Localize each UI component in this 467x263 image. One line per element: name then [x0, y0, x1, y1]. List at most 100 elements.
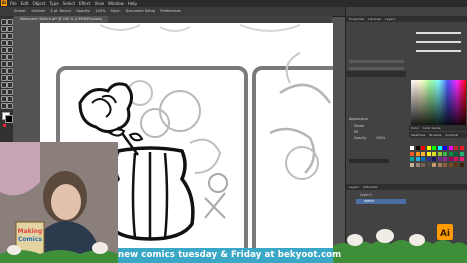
preferences-button[interactable]: Preferences	[160, 9, 181, 13]
color-swatch[interactable]	[426, 146, 431, 150]
color-swatch[interactable]	[437, 162, 442, 167]
color-swatch[interactable]	[454, 157, 458, 161]
color-swatch[interactable]	[454, 151, 458, 156]
style-label: Style:	[110, 9, 121, 13]
color-swatch[interactable]	[421, 162, 425, 167]
perspective-grid-tool-icon[interactable]	[7, 75, 13, 81]
opacity-value[interactable]: 100%	[376, 136, 385, 140]
tab-color[interactable]: Color	[411, 126, 419, 130]
fidelity-slider[interactable]	[416, 50, 461, 52]
stroke-width-field[interactable]	[349, 159, 389, 163]
scale-tool-icon[interactable]	[7, 61, 13, 67]
color-swatch[interactable]	[421, 157, 425, 161]
color-swatch[interactable]	[415, 151, 420, 156]
appearance-opacity[interactable]: Opacity	[354, 136, 366, 140]
menu-select[interactable]: Select	[63, 1, 75, 6]
menu-help[interactable]: Help	[128, 1, 137, 6]
line-tool-icon[interactable]	[7, 40, 13, 46]
option-row[interactable]	[349, 60, 404, 63]
menu-object[interactable]: Object	[32, 1, 45, 6]
color-mode-icon[interactable]	[3, 124, 6, 127]
color-swatch[interactable]	[421, 146, 425, 150]
menu-edit[interactable]: Edit	[21, 1, 29, 6]
stroke-color-swatch[interactable]	[5, 115, 13, 123]
tab-artboards[interactable]: Artboards	[363, 185, 378, 189]
color-swatch[interactable]	[443, 162, 447, 167]
gradient-tool-icon[interactable]	[7, 82, 13, 88]
color-swatch[interactable]	[459, 157, 464, 161]
menu-file[interactable]: File	[10, 1, 17, 6]
direct-selection-tool-icon[interactable]	[7, 19, 13, 25]
color-swatch[interactable]	[415, 162, 420, 167]
paintbrush-tool-icon[interactable]	[7, 47, 13, 53]
tab-symbols[interactable]: Symbols	[445, 133, 458, 137]
smoothness-slider[interactable]	[416, 41, 461, 43]
color-swatch[interactable]	[415, 157, 420, 161]
color-swatch[interactable]	[448, 151, 453, 156]
color-swatch[interactable]	[432, 151, 436, 156]
color-swatch[interactable]	[443, 157, 447, 161]
mascot-decoration: Ai	[333, 224, 467, 263]
color-swatch[interactable]	[437, 151, 442, 156]
color-swatch[interactable]	[448, 162, 453, 167]
menu-type[interactable]: Type	[49, 1, 58, 6]
tab-libraries[interactable]: Libraries	[368, 17, 381, 21]
tab-properties[interactable]: Properties	[349, 17, 364, 21]
color-swatch[interactable]	[410, 162, 414, 167]
appearance-fill[interactable]: Fill	[354, 130, 358, 134]
tab-color-guide[interactable]: Color Guide	[423, 126, 441, 130]
color-swatch[interactable]	[443, 146, 447, 150]
opacity-field[interactable]: 100%	[95, 9, 105, 13]
document-tab-bar: Webcomic Sketch.ai* @ 200 % (CMYK/Previe…	[14, 16, 332, 23]
color-swatch[interactable]	[459, 146, 464, 150]
layer-row-2[interactable]: sketch	[364, 199, 374, 203]
color-swatch[interactable]	[432, 162, 436, 167]
color-spectrum-picker[interactable]	[411, 80, 466, 130]
menu-window[interactable]: Window	[108, 1, 124, 6]
color-swatch[interactable]	[415, 146, 420, 150]
color-swatch[interactable]	[437, 157, 442, 161]
color-swatch[interactable]	[426, 157, 431, 161]
blend-tool-icon[interactable]	[7, 89, 13, 95]
webcam-overlay: Making Comics	[0, 142, 118, 263]
free-transform-tool-icon[interactable]	[7, 68, 13, 74]
color-swatch[interactable]	[448, 146, 453, 150]
color-swatch[interactable]	[426, 162, 431, 167]
color-swatch[interactable]	[432, 157, 436, 161]
color-swatch[interactable]	[454, 146, 458, 150]
menu-view[interactable]: View	[95, 1, 105, 6]
layer-row-1[interactable]: Layer 1	[360, 193, 372, 197]
lasso-tool-icon[interactable]	[7, 26, 13, 32]
tab-swatches[interactable]: Swatches	[411, 133, 425, 137]
stroke-label: Stroke:	[14, 9, 27, 13]
color-swatch[interactable]	[443, 151, 447, 156]
color-swatch[interactable]	[410, 151, 414, 156]
color-swatch[interactable]	[410, 157, 414, 161]
menu-effect[interactable]: Effect	[79, 1, 91, 6]
slice-tool-icon[interactable]	[7, 96, 13, 102]
brush-size-slider[interactable]	[416, 32, 461, 34]
tab-layers-panel[interactable]: Layers	[349, 185, 359, 189]
color-panel-tabs: Color Color Guide	[409, 125, 467, 131]
color-swatch[interactable]	[410, 146, 414, 150]
tab-brushes[interactable]: Brushes	[429, 133, 441, 137]
curvature-tool-icon[interactable]	[7, 33, 13, 39]
zoom-tool-icon[interactable]	[7, 103, 13, 109]
brush-dropdown[interactable]: 5 pt. Round	[51, 9, 71, 13]
tab-layers[interactable]: Layers	[385, 17, 395, 21]
book-title-line1: Making	[18, 228, 43, 235]
color-swatch[interactable]	[454, 162, 458, 167]
color-swatch[interactable]	[437, 146, 442, 150]
color-swatch[interactable]	[448, 157, 453, 161]
color-swatch[interactable]	[432, 146, 436, 150]
stroke-profile-dropdown[interactable]: Uniform	[31, 9, 45, 13]
color-swatch[interactable]	[459, 162, 464, 167]
document-tab[interactable]: Webcomic Sketch.ai* @ 200 % (CMYK/Previe…	[14, 16, 109, 23]
document-setup-button[interactable]: Document Setup	[126, 9, 155, 13]
eraser-tool-icon[interactable]	[7, 54, 13, 60]
appearance-stroke[interactable]: Stroke	[354, 124, 364, 128]
color-swatch[interactable]	[426, 151, 431, 156]
color-swatch[interactable]	[459, 151, 464, 156]
option-row[interactable]	[349, 67, 404, 70]
color-swatch[interactable]	[421, 151, 425, 156]
